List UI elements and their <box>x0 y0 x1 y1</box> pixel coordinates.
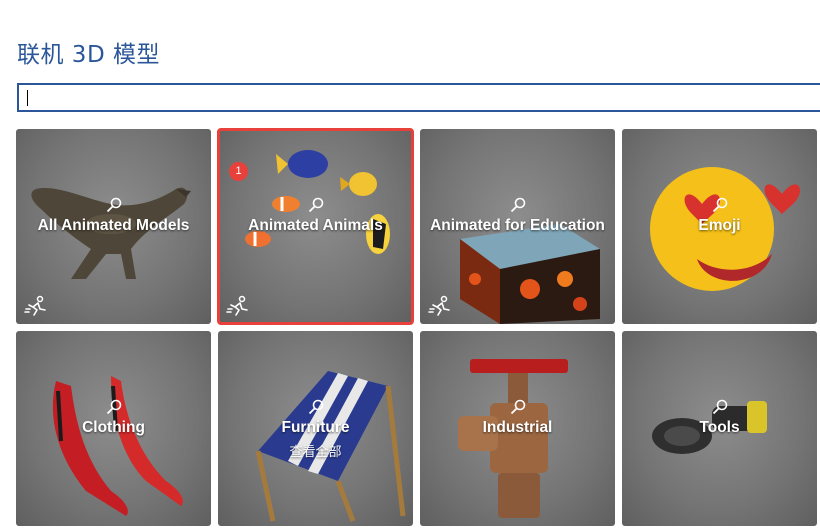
notification-badge: 1 <box>229 162 248 181</box>
tile-label: Clothing <box>82 419 145 436</box>
search-icon <box>510 399 526 415</box>
search-icon <box>712 399 728 415</box>
search-icon <box>308 197 324 213</box>
search-input[interactable] <box>17 83 820 112</box>
text-caret <box>27 90 28 106</box>
tile-animated-animals[interactable]: 1 Animated Animals <box>217 128 414 325</box>
search-icon <box>510 197 526 213</box>
view-all-link[interactable]: 查看全部 <box>218 441 413 460</box>
tile-all-animated-models[interactable]: All Animated Models <box>16 129 211 324</box>
animated-runner-icon <box>428 295 450 316</box>
search-icon <box>712 197 728 213</box>
tile-animated-for-education[interactable]: Animated for Education <box>420 129 615 324</box>
tile-emoji[interactable]: Emoji <box>622 129 817 324</box>
tile-tools[interactable]: Tools <box>622 331 817 526</box>
animated-runner-icon <box>226 295 248 316</box>
category-grid: All Animated Models 1 Animated Animals A… <box>16 128 820 530</box>
tile-label: Industrial <box>482 419 553 436</box>
tile-clothing[interactable]: Clothing <box>16 331 211 526</box>
tile-label: Emoji <box>698 217 741 234</box>
tile-label: Animated Animals <box>248 217 383 234</box>
search-icon <box>308 399 324 415</box>
page-title: 联机 3D 模型 <box>17 42 160 68</box>
tile-label: Animated for Education <box>430 217 605 234</box>
search-icon <box>106 399 122 415</box>
tile-furniture[interactable]: Furniture 查看全部 <box>218 331 413 526</box>
animated-runner-icon <box>24 295 46 316</box>
tile-label: All Animated Models <box>37 217 190 234</box>
tile-industrial[interactable]: Industrial <box>420 331 615 526</box>
search-icon <box>106 197 122 213</box>
tile-label: Furniture <box>281 419 350 436</box>
tile-label: Tools <box>699 419 740 436</box>
